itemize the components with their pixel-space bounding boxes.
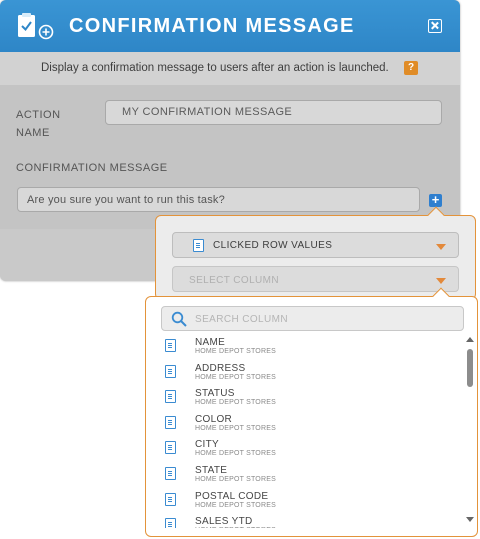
insert-value-popover: CLICKED ROW VALUES SELECT COLUMN <box>155 206 476 300</box>
source-select-value: CLICKED ROW VALUES <box>213 240 333 251</box>
list-item[interactable]: ADDRESS HOME DEPOT STORES <box>146 361 464 387</box>
clipboard-check-icon <box>18 13 54 40</box>
column-source: HOME DEPOT STORES <box>195 527 276 528</box>
scrollbar-thumb[interactable] <box>467 349 473 387</box>
scroll-up-arrow[interactable] <box>466 337 474 342</box>
column-icon <box>193 239 204 252</box>
chevron-down-icon <box>436 278 446 284</box>
search-placeholder: SEARCH COLUMN <box>195 314 288 325</box>
column-name: COLOR <box>195 413 233 425</box>
column-source: HOME DEPOT STORES <box>195 348 276 355</box>
scroll-down-arrow[interactable] <box>466 517 474 522</box>
column-source: HOME DEPOT STORES <box>195 373 276 381</box>
column-source: HOME DEPOT STORES <box>195 476 276 483</box>
column-select-placeholder: SELECT COLUMN <box>189 275 280 286</box>
column-icon <box>165 518 176 528</box>
column-name: STATE <box>195 465 228 476</box>
column-icon <box>165 390 176 404</box>
search-input[interactable]: SEARCH COLUMN <box>161 306 464 331</box>
description-bar: Display a confirmation message to users … <box>0 52 460 85</box>
column-icon <box>165 467 176 480</box>
column-name: SALES YTD <box>195 516 253 528</box>
column-icon <box>165 492 176 506</box>
dialog-title: CONFIRMATION MESSAGE <box>69 15 355 37</box>
close-icon[interactable] <box>428 19 442 33</box>
column-icon <box>165 339 176 352</box>
column-name: CITY <box>195 439 219 451</box>
column-icon <box>165 441 176 455</box>
dialog-header: CONFIRMATION MESSAGE <box>0 0 460 52</box>
description-text: Display a confirmation message to users … <box>41 62 389 74</box>
list-item[interactable]: STATE HOME DEPOT STORES <box>146 463 464 489</box>
help-icon[interactable]: ? <box>404 61 418 75</box>
confirmation-message-label: CONFIRMATION MESSAGE <box>16 162 168 174</box>
action-name-label: ACTION NAME <box>16 109 61 139</box>
list-item[interactable]: COLOR HOME DEPOT STORES <box>146 412 464 438</box>
column-select[interactable]: SELECT COLUMN <box>172 266 459 292</box>
column-name: POSTAL CODE <box>195 490 269 502</box>
column-icon <box>165 364 176 378</box>
column-name: NAME <box>195 337 226 348</box>
column-dropdown: SEARCH COLUMN NAME HOME DEPOT STORES ADDRE… <box>145 287 478 537</box>
list-item[interactable]: NAME HOME DEPOT STORES <box>146 335 464 361</box>
column-icon <box>165 415 176 429</box>
column-source: HOME DEPOT STORES <box>195 450 276 458</box>
search-icon <box>171 311 187 327</box>
column-name: ADDRESS <box>195 362 246 374</box>
list-item[interactable]: CITY HOME DEPOT STORES <box>146 437 464 463</box>
list-item[interactable]: STATUS HOME DEPOT STORES <box>146 386 464 412</box>
list-item[interactable]: SALES YTDHOME DEPOT STORES <box>146 514 464 528</box>
column-source: HOME DEPOT STORES <box>195 424 276 432</box>
list-item[interactable]: POSTAL CODE HOME DEPOT STORES <box>146 489 464 515</box>
column-list: NAME HOME DEPOT STORES ADDRESS HOME DEPOT S… <box>146 335 464 528</box>
column-source: HOME DEPOT STORES <box>195 501 276 509</box>
chevron-down-icon <box>436 244 446 250</box>
confirmation-message-input[interactable]: Are you sure you want to run this task? <box>17 187 420 212</box>
action-name-input[interactable]: MY CONFIRMATION MESSAGE <box>105 100 442 125</box>
dialog-body: ACTION NAME MY CONFIRMATION MESSAGE CONF… <box>0 85 460 229</box>
column-name: STATUS <box>195 388 235 400</box>
source-select[interactable]: CLICKED ROW VALUES <box>172 232 459 258</box>
column-source: HOME DEPOT STORES <box>195 399 276 407</box>
